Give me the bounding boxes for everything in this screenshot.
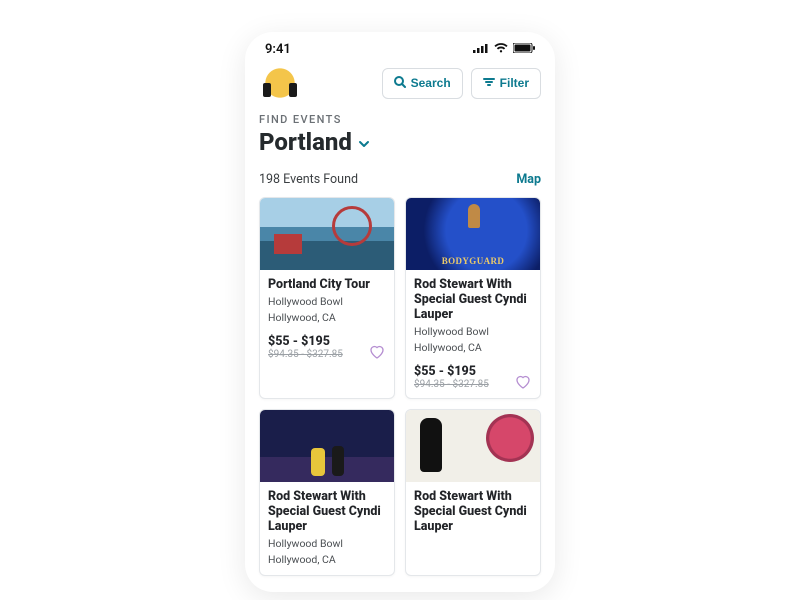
chevron-down-icon: [358, 135, 370, 154]
event-card[interactable]: Rod Stewart With Special Guest Cyndi Lau…: [259, 409, 395, 575]
event-price-old: $94.35 - $327.85: [414, 379, 489, 390]
search-label: Search: [411, 76, 451, 90]
filter-button[interactable]: Filter: [471, 68, 541, 99]
city-selector[interactable]: Portland: [259, 128, 541, 156]
event-card[interactable]: BODYGUARD Rod Stewart With Special Guest…: [405, 197, 541, 399]
event-card-body: Rod Stewart With Special Guest Cyndi Lau…: [260, 482, 394, 574]
status-right-cluster: [473, 42, 535, 57]
search-button[interactable]: Search: [382, 68, 463, 99]
top-actions: Search Filter: [382, 68, 541, 99]
event-title: Portland City Tour: [268, 277, 386, 292]
event-venue: Hollywood Bowl: [268, 295, 386, 308]
event-card[interactable]: Rod Stewart With Special Guest Cyndi Lau…: [405, 409, 541, 575]
event-thumbnail: BODYGUARD: [406, 198, 540, 270]
city-name: Portland: [259, 128, 352, 156]
event-city: Hollywood, CA: [414, 341, 532, 354]
event-card-body: Rod Stewart With Special Guest Cyndi Lau…: [406, 482, 540, 542]
wifi-icon: [494, 42, 508, 57]
filter-label: Filter: [500, 76, 529, 90]
heading-eyebrow: FIND EVENTS: [259, 113, 541, 126]
cellular-icon: [473, 42, 489, 57]
event-title: Rod Stewart With Special Guest Cyndi Lau…: [414, 489, 532, 534]
status-time: 9:41: [265, 42, 291, 57]
event-venue: Hollywood Bowl: [268, 537, 386, 550]
event-venue: Hollywood Bowl: [414, 325, 532, 338]
events-grid: Portland City Tour Hollywood Bowl Hollyw…: [245, 193, 555, 590]
event-thumbnail: [406, 410, 540, 482]
event-card-body: Portland City Tour Hollywood Bowl Hollyw…: [260, 270, 394, 368]
event-price: $55 - $195: [268, 334, 343, 349]
results-summary: 198 Events Found Map: [245, 158, 555, 193]
favorite-button[interactable]: [514, 374, 532, 390]
filter-icon: [483, 76, 495, 91]
event-card-body: Rod Stewart With Special Guest Cyndi Lau…: [406, 270, 540, 398]
phone-frame: 9:41 Search: [245, 32, 555, 592]
event-city: Hollywood, CA: [268, 553, 386, 566]
event-city: Hollywood, CA: [268, 311, 386, 324]
favorite-button[interactable]: [368, 344, 386, 360]
event-title: Rod Stewart With Special Guest Cyndi Lau…: [414, 277, 532, 322]
event-title: Rod Stewart With Special Guest Cyndi Lau…: [268, 489, 386, 534]
heart-icon: [368, 348, 386, 363]
page-heading: FIND EVENTS Portland: [245, 107, 555, 158]
results-count: 198 Events Found: [259, 172, 358, 187]
topbar: Search Filter: [245, 61, 555, 107]
heart-icon: [514, 378, 532, 393]
event-price: $55 - $195: [414, 364, 489, 379]
event-price-old: $94.35 - $327.85: [268, 349, 343, 360]
event-thumbnail: [260, 410, 394, 482]
event-card[interactable]: Portland City Tour Hollywood Bowl Hollyw…: [259, 197, 395, 399]
battery-icon: [513, 42, 535, 57]
map-toggle[interactable]: Map: [516, 172, 541, 187]
thumbnail-caption: BODYGUARD: [442, 256, 505, 266]
event-thumbnail: [260, 198, 394, 270]
status-bar: 9:41: [245, 32, 555, 61]
app-logo[interactable]: [259, 65, 301, 101]
search-icon: [394, 76, 406, 91]
